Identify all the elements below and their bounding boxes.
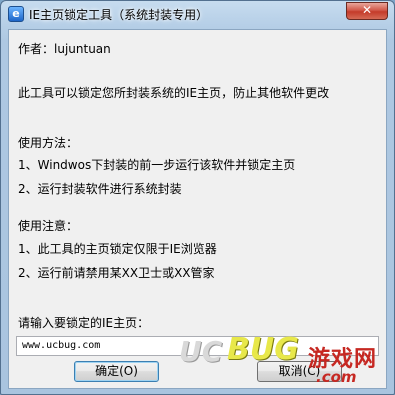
watermark-com: .com bbox=[316, 368, 357, 386]
ok-button[interactable]: 确定(O) bbox=[74, 361, 159, 382]
title-bar[interactable]: e IE主页锁定工具（系统封装专用） ✕ bbox=[1, 1, 394, 29]
watermark-bug: BUG bbox=[227, 332, 299, 367]
notes-heading: 使用注意： bbox=[18, 219, 79, 233]
usage-step-2: 2、运行封装软件进行系统封装 bbox=[18, 182, 182, 196]
app-icon: e bbox=[8, 6, 24, 22]
window-title: IE主页锁定工具（系统封装专用） bbox=[29, 8, 209, 22]
site-watermark-logo: UC BUG 游戏网 .com bbox=[176, 332, 392, 395]
watermark-uc: UC bbox=[179, 335, 223, 368]
usage-step-1: 1、Windwos下封装的前一步运行该软件并锁定主页 bbox=[18, 158, 296, 172]
homepage-input-label: 请输入要锁定的IE主页： bbox=[18, 316, 150, 330]
notes-item-2: 2、运行前请禁用某XX卫士或XX管家 bbox=[18, 266, 215, 280]
author-text: 作者：lujuntuan bbox=[18, 42, 111, 56]
description-text: 此工具可以锁定您所封装系统的IE主页，防止其他软件更改 bbox=[18, 86, 330, 100]
close-button[interactable]: ✕ bbox=[346, 2, 388, 20]
usage-heading: 使用方法： bbox=[18, 136, 79, 150]
notes-item-1: 1、此工具的主页锁定仅限于IE浏览器 bbox=[18, 242, 217, 256]
